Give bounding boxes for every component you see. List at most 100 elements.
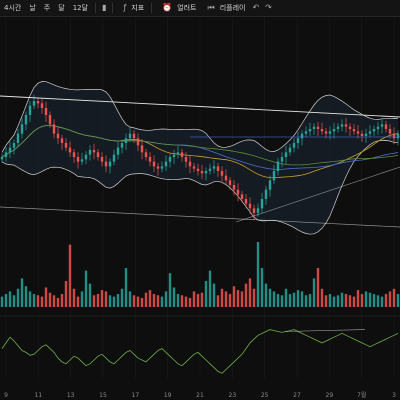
interval-month-button[interactable]: 달 [54,0,68,16]
indicators-button[interactable]: ƒ 지표 [116,0,148,16]
candle-body [8,147,12,153]
x-axis-tick-label: 17 [132,392,140,399]
volume-bar [120,288,124,307]
volume-bar [144,292,148,307]
volume-bar [308,294,312,307]
candle-body [364,133,368,136]
candle-body [396,133,400,139]
volume-bar [36,295,40,307]
volume-bar [88,283,92,307]
volume-bar [44,287,48,307]
interval-week-button[interactable]: 주 [40,0,54,16]
volume-bar [216,295,220,307]
candle-body [28,105,32,115]
volume-bar [280,295,284,307]
candle-body [308,129,312,132]
volume-bar [116,294,120,307]
interval-12month-button[interactable]: 12달 [69,0,92,16]
candle-body [96,152,100,157]
candle-body [264,189,268,199]
candle-body [368,131,372,134]
volume-bar [256,242,260,307]
x-axis-tick-label: 25 [261,392,269,399]
x-axis-tick-label: 13 [67,392,75,399]
volume-bar [344,294,348,307]
candle-body [380,124,384,127]
x-axis-tick-label: 7월 [357,391,366,399]
candle-body [80,159,84,162]
volume-bar [40,296,44,307]
candle-body [348,126,352,129]
x-axis-tick-label: 9 [4,392,8,399]
candle-body [76,157,80,162]
candle-body [272,171,276,181]
volume-bar [124,268,128,307]
alerts-label: 얼러트 [177,4,197,12]
volume-bar [160,296,164,307]
candle-body [320,129,324,132]
candle-body [12,143,16,148]
candle-body [44,108,48,115]
volume-bar [96,294,100,307]
candle-body [60,138,64,143]
volume-bar [172,287,176,307]
volume-bar [244,283,248,307]
candle-body [136,138,140,146]
volume-bar [288,294,292,307]
candle-body [336,126,340,129]
indicators-label: 지표 [131,4,145,12]
volume-bar [20,278,24,307]
volume-bar [316,268,320,307]
volume-bar [376,295,380,307]
interval-4h-button[interactable]: 4시간 [0,0,25,16]
interval-day-button[interactable]: 날 [25,0,39,16]
volume-bar [356,290,360,307]
candle-body [20,124,24,134]
volume-bar [368,292,372,307]
undo-icon[interactable]: ↶ [249,0,262,16]
candle-body [124,138,128,143]
volume-bar [8,291,12,307]
x-axis-tick-label: 11 [35,392,43,399]
candle-body [244,199,248,204]
volume-bar [0,296,4,307]
candle-body [240,194,244,199]
x-axis-tick-label: 23 [229,392,237,399]
volume-bar [320,288,324,307]
volume-bar [272,291,276,307]
volume-bar [60,294,64,307]
chart-type-icon[interactable]: ▮ [99,0,109,16]
candle-body [192,166,196,169]
x-axis-tick-label: 27 [293,392,301,399]
volume-bar [292,292,296,307]
volume-bar [228,294,232,307]
candle-body [100,157,104,162]
toolbar-divider [151,3,153,13]
candle-body [352,129,356,132]
volume-bar [108,295,112,307]
toolbar-divider [95,3,97,13]
candle-body [260,199,264,209]
candle-body [176,152,180,155]
candle-body [284,152,288,157]
volume-bar [136,296,140,307]
volume-bar [248,278,252,307]
volume-bar [188,297,192,307]
volume-bar [240,291,244,307]
candle-body [268,180,272,190]
volume-bar [132,295,136,307]
volume-bar [52,295,56,307]
alerts-button[interactable]: ⏰ 얼러트 [155,0,200,16]
volume-bar [332,296,336,307]
volume-bar [180,295,184,307]
volume-bar [128,291,132,307]
replay-label: 리플레이 [219,4,246,12]
candle-body [236,189,240,195]
redo-icon[interactable]: ↷ [262,0,275,16]
volume-bar [396,294,400,307]
trading-chart[interactable]: 9 11 13 15 17 19 21 23 25 27 29 7월 3 [0,17,400,400]
replay-button[interactable]: ⏮ 리플레이 [200,0,249,16]
volume-bar [140,297,144,307]
candle-body [144,152,148,157]
candle-body [360,133,364,136]
